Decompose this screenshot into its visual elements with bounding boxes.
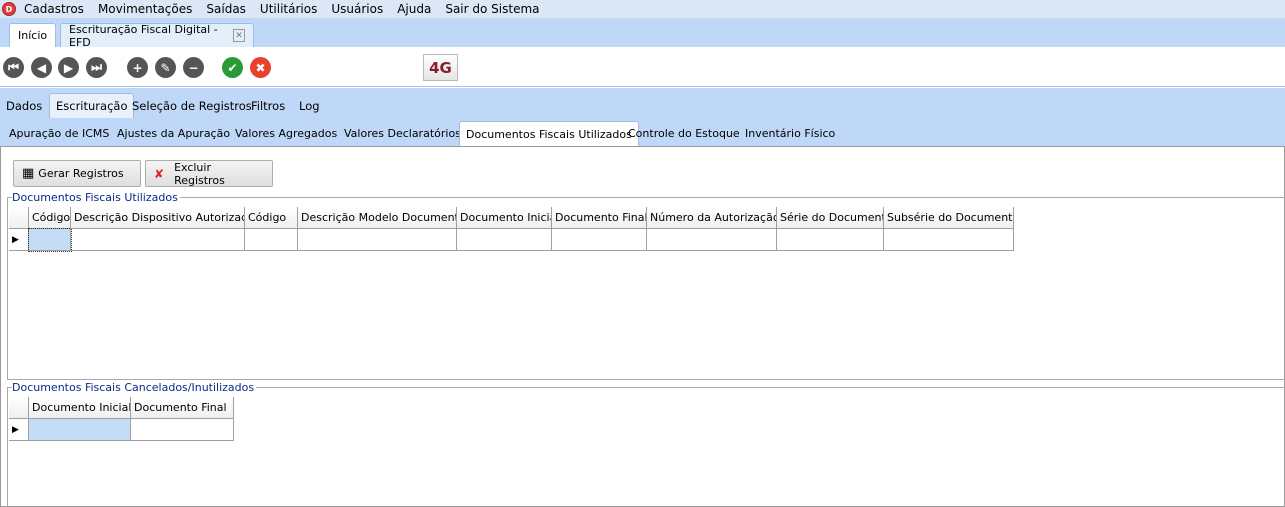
- sub-tabs: Apuração de ICMS Ajustes da Apuração Val…: [0, 118, 1285, 146]
- document-tabs: Início Escrituração Fiscal Digital - EFD…: [0, 18, 1285, 49]
- grid-cell[interactable]: [777, 229, 884, 251]
- subtab-documentos-fiscais[interactable]: Documentos Fiscais Utilizados: [459, 121, 639, 146]
- tab-dados[interactable]: Dados: [0, 93, 48, 118]
- current-row-indicator-icon: ▶: [9, 229, 29, 251]
- button-label: Gerar Registros: [38, 167, 124, 180]
- subtab-valores-declaratorios[interactable]: Valores Declaratórios: [338, 121, 467, 146]
- column-header[interactable]: Subsérie do Documento: [884, 207, 1014, 229]
- subtab-ajustes-apuracao[interactable]: Ajustes da Apuração: [111, 121, 236, 146]
- tab-label: Escrituração Fiscal Digital - EFD: [69, 22, 218, 49]
- current-row-indicator-icon: ▶: [9, 419, 29, 441]
- tab-log[interactable]: Log: [293, 93, 326, 118]
- menu-utilitarios[interactable]: Utilitários: [260, 2, 317, 16]
- column-header[interactable]: Série do Documento: [777, 207, 884, 229]
- grid-cell[interactable]: [457, 229, 552, 251]
- column-header[interactable]: Descrição Dispositivo Autorizado: [71, 207, 245, 229]
- row-header-corner: [9, 207, 29, 229]
- column-header[interactable]: Documento Inicial: [29, 397, 131, 419]
- column-header[interactable]: Número da Autorização: [647, 207, 777, 229]
- company-logo-button[interactable]: 4G: [423, 54, 458, 81]
- grid-cell[interactable]: [131, 419, 234, 441]
- menu-bar: D Cadastros Movimentações Saídas Utilitá…: [0, 0, 1285, 18]
- grid-cell[interactable]: [552, 229, 647, 251]
- menu-usuarios[interactable]: Usuários: [331, 2, 383, 16]
- subtab-apuracao-icms[interactable]: Apuração de ICMS: [3, 121, 115, 146]
- menu-saidas[interactable]: Saídas: [206, 2, 246, 16]
- column-header[interactable]: Documento Final: [131, 397, 234, 419]
- column-header[interactable]: Código: [245, 207, 298, 229]
- tab-filtros[interactable]: Filtros: [245, 93, 291, 118]
- menu-movimentacoes[interactable]: Movimentações: [98, 2, 192, 16]
- delete-document-icon: ✘: [154, 166, 165, 181]
- grid-cell[interactable]: [298, 229, 457, 251]
- menu-sair[interactable]: Sair do Sistema: [445, 2, 539, 16]
- column-header[interactable]: Descrição Modelo Documento: [298, 207, 457, 229]
- menu-ajuda[interactable]: Ajuda: [397, 2, 431, 16]
- button-label: Excluir Registros: [174, 160, 225, 187]
- cancel-icon[interactable]: ✖: [250, 57, 271, 78]
- grid-cell[interactable]: [884, 229, 1014, 251]
- edit-icon[interactable]: ✎: [155, 57, 176, 78]
- tab-label: Início: [18, 29, 48, 42]
- last-record-icon[interactable]: ⏭: [86, 57, 107, 78]
- doc-tab-inicio[interactable]: Início: [9, 23, 56, 47]
- doc-tab-efd[interactable]: Escrituração Fiscal Digital - EFD ✕: [60, 22, 254, 49]
- subtab-inventario-fisico[interactable]: Inventário Físico: [739, 121, 841, 146]
- tab-selecao-registros[interactable]: Seleção de Registros: [126, 93, 258, 118]
- delete-records-button[interactable]: ✘ Excluir Registros: [145, 160, 273, 187]
- group-title: Documentos Fiscais Utilizados: [12, 191, 180, 204]
- qr-code-icon: ▦: [22, 166, 35, 181]
- column-header[interactable]: Documento Inicial: [457, 207, 552, 229]
- grid-cell[interactable]: [28, 228, 72, 252]
- main-tabs: Dados Escrituração Seleção de Registros …: [0, 88, 1285, 118]
- app-logo-icon: D: [2, 2, 16, 16]
- row-header-corner: [9, 397, 29, 419]
- subtab-controle-estoque[interactable]: Controle do Estoque: [622, 121, 746, 146]
- previous-record-icon[interactable]: ◀: [31, 57, 52, 78]
- column-header[interactable]: Documento Final: [552, 207, 647, 229]
- grid-cell[interactable]: [71, 229, 245, 251]
- next-record-icon[interactable]: ▶: [58, 57, 79, 78]
- toolbar: ⏮ ◀ ▶ ⏭ + ✎ − ✔ ✖ 4G: [0, 47, 1285, 87]
- tab-escrituracao[interactable]: Escrituração: [49, 93, 135, 118]
- menu-cadastros[interactable]: Cadastros: [24, 2, 84, 16]
- close-tab-icon[interactable]: ✕: [233, 29, 245, 42]
- column-header[interactable]: Código: [29, 207, 71, 229]
- add-icon[interactable]: +: [127, 57, 148, 78]
- subtab-valores-agregados[interactable]: Valores Agregados: [229, 121, 343, 146]
- confirm-icon[interactable]: ✔: [222, 57, 243, 78]
- grid-cell[interactable]: [647, 229, 777, 251]
- grid-cell[interactable]: [29, 419, 131, 441]
- group-title: Documentos Fiscais Cancelados/Inutilizad…: [12, 381, 257, 394]
- generate-records-button[interactable]: ▦ Gerar Registros: [13, 160, 141, 187]
- remove-icon[interactable]: −: [183, 57, 204, 78]
- grid-cell[interactable]: [245, 229, 298, 251]
- first-record-icon[interactable]: ⏮: [3, 57, 24, 78]
